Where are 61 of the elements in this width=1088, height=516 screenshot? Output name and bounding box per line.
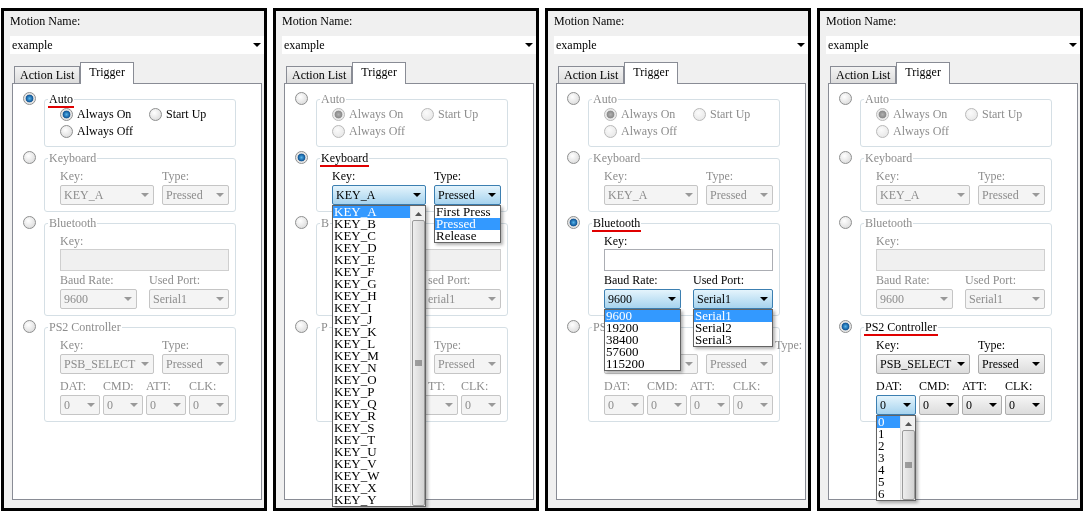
field-label: Motion Name:: [10, 14, 81, 28]
group-title: Keyboard: [864, 152, 914, 167]
field-label: Key:: [60, 235, 84, 248]
field-label: Key:: [876, 170, 900, 183]
group-title: Keyboard: [320, 152, 370, 167]
option-label: Always On: [893, 108, 948, 121]
option-label: Always On: [621, 108, 676, 121]
option-label: Always Off: [621, 125, 678, 138]
field-label: Type:: [775, 339, 803, 352]
field-label: CLK:: [733, 380, 761, 393]
field-label: Used Port:: [965, 274, 1016, 287]
field-label: Key:: [60, 170, 84, 183]
field-label: Type:: [162, 170, 190, 183]
field-label: Key:: [876, 339, 900, 352]
option-label: Start Up: [438, 108, 479, 121]
group-title: Keyboard: [592, 152, 642, 167]
field-label: Type:: [434, 339, 462, 352]
field-label: Type:: [434, 170, 462, 183]
field-label: CLK:: [189, 380, 217, 393]
field-label: Type:: [978, 339, 1006, 352]
field-label: Key:: [604, 235, 628, 248]
field-label: Type:: [978, 170, 1006, 183]
group-title: Auto: [48, 93, 74, 108]
option-label: Always Off: [349, 125, 406, 138]
field-label: Used Port:: [693, 274, 744, 287]
field-label: CMD:: [919, 380, 950, 393]
field-label: ATT:: [690, 380, 715, 393]
field-label: Used Port:: [149, 274, 200, 287]
group-title: Keyboard: [48, 152, 98, 167]
group-title: PS2 Controller: [864, 321, 938, 336]
option-label: Always On: [349, 108, 404, 121]
option-label: Always On: [77, 108, 132, 121]
field-label: ATT:: [146, 380, 171, 393]
field-label: CLK:: [1005, 380, 1033, 393]
field-label: Key:: [876, 235, 900, 248]
field-label: sed Port:: [428, 274, 471, 287]
field-label: DAT:: [604, 380, 631, 393]
option-label: Always Off: [893, 125, 950, 138]
field-label: ATT:: [962, 380, 987, 393]
field-label: Type:: [706, 170, 734, 183]
group-title: Bluetooth: [592, 217, 642, 232]
field-label: CLK:: [461, 380, 489, 393]
field-label: Key:: [332, 170, 356, 183]
option-label: Start Up: [710, 108, 751, 121]
field-label: TT:: [428, 380, 446, 393]
field-label: DAT:: [876, 380, 903, 393]
field-label: Motion Name:: [826, 14, 897, 28]
field-label: Baud Rate:: [604, 274, 658, 287]
field-label: Motion Name:: [554, 14, 625, 28]
field-label: Type:: [162, 339, 190, 352]
option-label: Start Up: [166, 108, 207, 121]
field-label: Motion Name:: [282, 14, 353, 28]
field-label: DAT:: [60, 380, 87, 393]
field-label: Key:: [60, 339, 84, 352]
field-label: CMD:: [103, 380, 134, 393]
field-label: Key:: [604, 170, 628, 183]
field-label: Baud Rate:: [876, 274, 930, 287]
option-label: Always Off: [77, 125, 134, 138]
option-label: Start Up: [982, 108, 1023, 121]
field-label: Baud Rate:: [60, 274, 114, 287]
field-label: CMD:: [647, 380, 678, 393]
